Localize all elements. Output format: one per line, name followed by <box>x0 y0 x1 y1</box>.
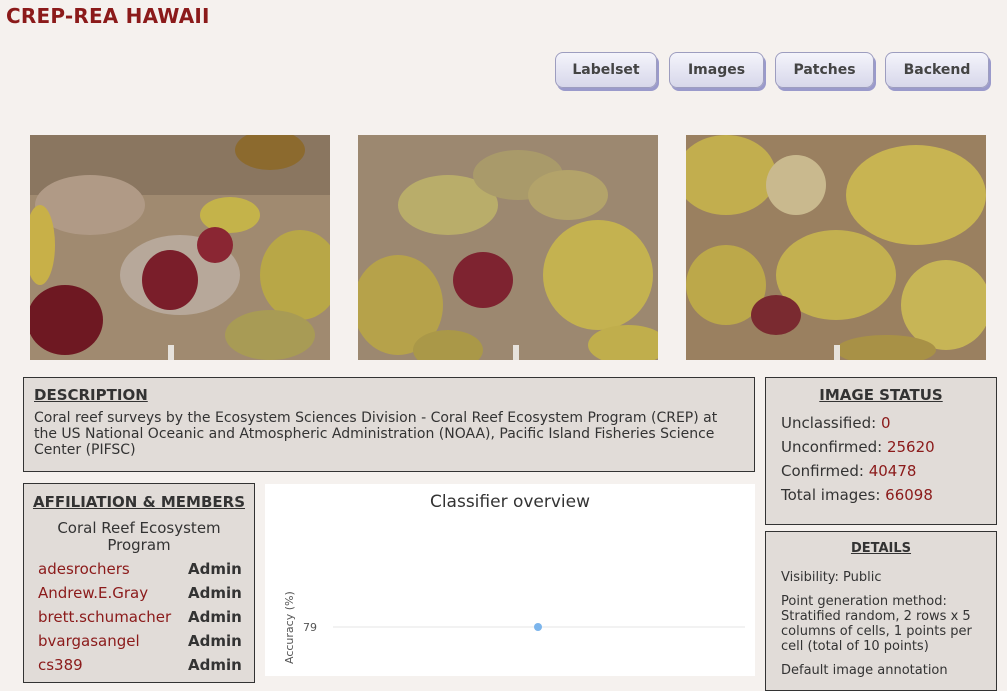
member-name[interactable]: Andrew.E.Gray <box>38 584 148 602</box>
member-name[interactable]: brett.schumacher <box>38 608 171 626</box>
unconfirmed-count[interactable]: 25620 <box>887 438 935 456</box>
image-status-panel: IMAGE STATUS Unclassified: 0 Unconfirmed… <box>765 377 997 525</box>
chart-title: Classifier overview <box>430 492 590 512</box>
details-heading: DETAILS <box>850 541 912 556</box>
member-row: cs389 Admin <box>38 656 242 674</box>
member-row: Andrew.E.Gray Admin <box>38 584 242 602</box>
backend-button[interactable]: Backend <box>885 52 989 88</box>
affiliation-heading: AFFILIATION & MEMBERS <box>32 493 246 511</box>
point-generation-text: Point generation method: Stratified rand… <box>781 594 972 654</box>
visibility-text: Visibility: Public <box>781 570 882 585</box>
member-row: adesrochers Admin <box>38 560 242 578</box>
affiliation-org: Coral Reef Ecosystem Program <box>57 519 221 554</box>
classifier-chart: Classifier overview Accuracy (%) 79 <box>283 492 745 664</box>
unclassified-row: Unclassified: 0 <box>781 414 981 432</box>
confirmed-row: Confirmed: 40478 <box>781 462 981 480</box>
unclassified-label: Unclassified: <box>781 414 877 432</box>
unclassified-count[interactable]: 0 <box>881 414 891 432</box>
page-title: CREP-REA HAWAII <box>6 4 210 28</box>
member-name[interactable]: cs389 <box>38 656 83 674</box>
reef-image-thumbnail-2[interactable] <box>358 135 658 360</box>
chart-data-point[interactable] <box>534 623 542 631</box>
member-role: Admin <box>188 656 242 674</box>
description-text: Coral reef surveys by the Ecosystem Scie… <box>34 410 718 458</box>
total-images-row: Total images: 66098 <box>781 486 981 504</box>
member-row: bvargasangel Admin <box>38 632 242 650</box>
confirmed-count[interactable]: 40478 <box>869 462 917 480</box>
member-role: Admin <box>188 584 242 602</box>
member-role: Admin <box>188 560 242 578</box>
details-panel: DETAILS Visibility: Public Point generat… <box>765 531 997 691</box>
confirmed-label: Confirmed: <box>781 462 864 480</box>
member-role: Admin <box>188 632 242 650</box>
chart-y-tick-label: 79 <box>303 621 317 634</box>
reef-image-thumbnail-1[interactable] <box>30 135 330 360</box>
classifier-chart-panel: Classifier overview Accuracy (%) 79 <box>265 484 755 676</box>
member-row: brett.schumacher Admin <box>38 608 242 626</box>
description-heading: DESCRIPTION <box>34 386 148 404</box>
description-panel: DESCRIPTION Coral reef surveys by the Ec… <box>23 377 755 472</box>
member-role: Admin <box>188 608 242 626</box>
member-name[interactable]: adesrochers <box>38 560 130 578</box>
affiliation-panel: AFFILIATION & MEMBERS Coral Reef Ecosyst… <box>23 483 255 683</box>
patches-button[interactable]: Patches <box>775 52 874 88</box>
member-name[interactable]: bvargasangel <box>38 632 140 650</box>
total-images-label: Total images: <box>781 486 881 504</box>
reef-image-thumbnail-3[interactable] <box>686 135 986 360</box>
image-status-heading: IMAGE STATUS <box>819 386 943 404</box>
unconfirmed-row: Unconfirmed: 25620 <box>781 438 981 456</box>
unconfirmed-label: Unconfirmed: <box>781 438 883 456</box>
chart-y-axis-label: Accuracy (%) <box>283 591 296 664</box>
labelset-button[interactable]: Labelset <box>555 52 657 88</box>
total-images-count[interactable]: 66098 <box>885 486 933 504</box>
images-button[interactable]: Images <box>669 52 764 88</box>
